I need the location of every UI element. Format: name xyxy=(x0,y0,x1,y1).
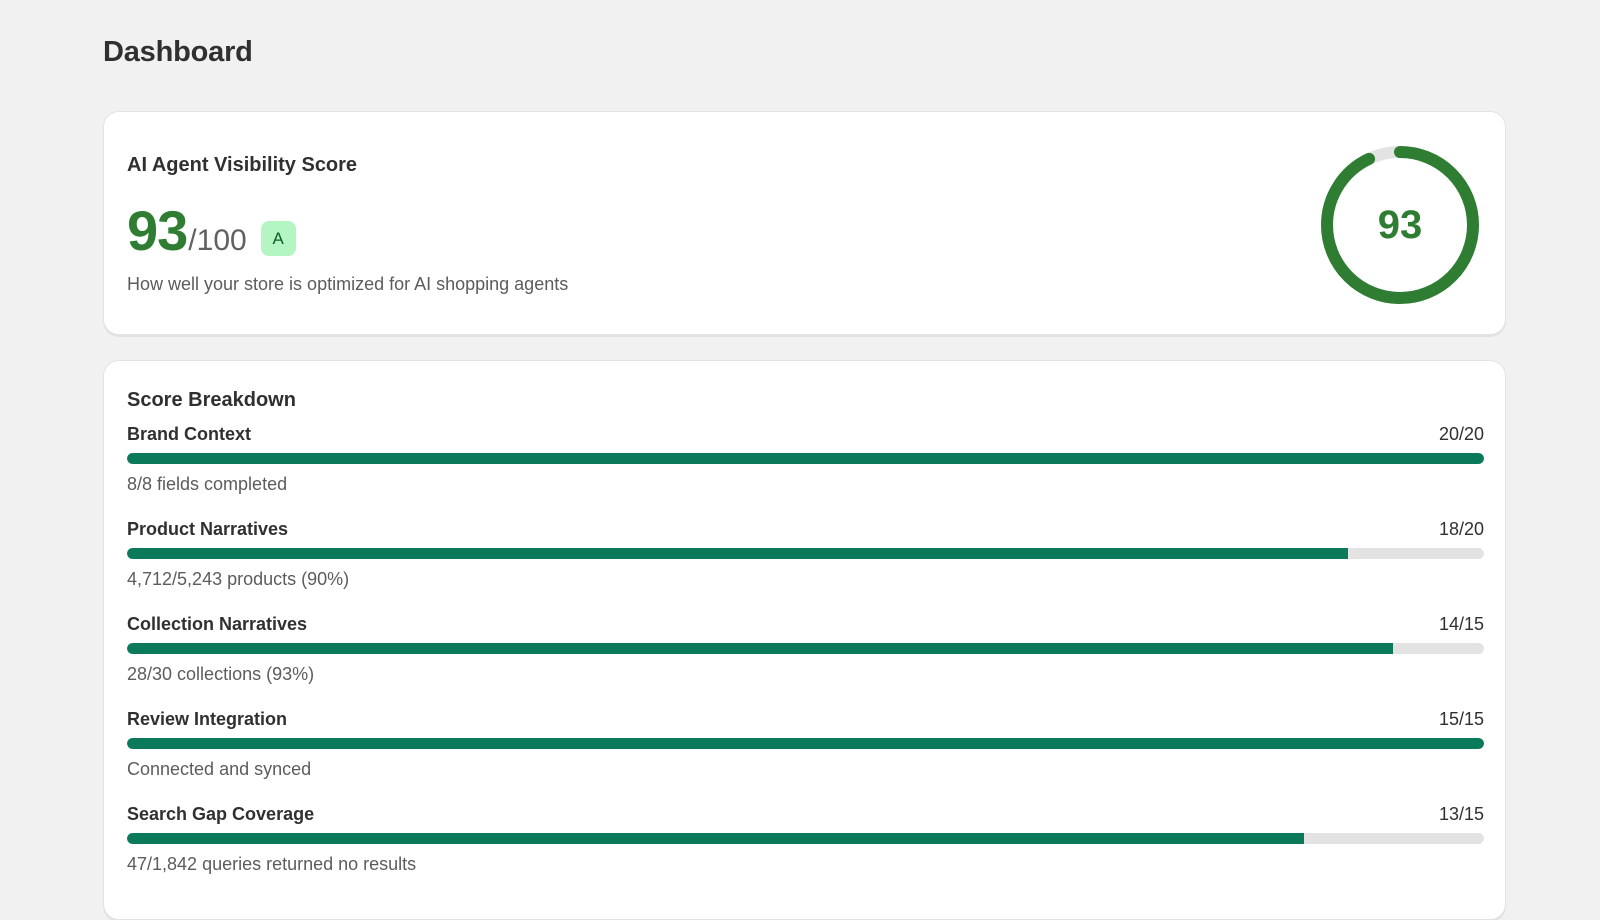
grade-badge: A xyxy=(260,221,296,256)
score-card-title: AI Agent Visibility Score xyxy=(127,154,358,176)
progress-fill xyxy=(127,643,1394,654)
metric-score: 14/15 xyxy=(1438,614,1484,634)
metric-name: Collection Narratives xyxy=(127,614,308,634)
metric-name: Review Integration xyxy=(127,709,288,729)
score-value: 93 xyxy=(127,199,188,262)
metric-score: 20/20 xyxy=(1438,424,1484,444)
progress-bar xyxy=(127,738,1484,749)
metric-brand-context: Brand Context 20/20 8/8 fields completed xyxy=(127,424,1484,519)
metric-name: Brand Context xyxy=(127,424,252,444)
page-title: Dashboard xyxy=(103,36,253,68)
metric-search-gap-coverage: Search Gap Coverage 13/15 47/1,842 queri… xyxy=(127,804,1484,899)
metric-list: Brand Context 20/20 8/8 fields completed… xyxy=(127,424,1484,899)
metric-detail: 8/8 fields completed xyxy=(127,474,288,494)
progress-bar xyxy=(127,548,1484,559)
progress-bar xyxy=(127,453,1484,464)
score-ring-label: 93 xyxy=(1377,202,1423,247)
progress-fill xyxy=(127,738,1484,749)
dashboard-page: Dashboard AI Agent Visibility Score 93 /… xyxy=(0,0,1600,920)
metric-detail: Connected and synced xyxy=(127,759,312,779)
metric-collection-narratives: Collection Narratives 14/15 28/30 collec… xyxy=(127,614,1484,709)
score-max: /100 xyxy=(188,224,247,257)
metric-detail: 47/1,842 queries returned no results xyxy=(127,854,417,874)
metric-score: 15/15 xyxy=(1438,709,1484,729)
score-breakdown-card: Score Breakdown Brand Context 20/20 8/8 … xyxy=(103,360,1506,920)
score-description: How well your store is optimized for AI … xyxy=(127,274,569,294)
metric-score: 18/20 xyxy=(1438,519,1484,539)
metric-product-narratives: Product Narratives 18/20 4,712/5,243 pro… xyxy=(127,519,1484,614)
breakdown-title: Score Breakdown xyxy=(127,389,296,411)
progress-bar xyxy=(127,833,1484,844)
progress-fill xyxy=(127,453,1484,464)
metric-review-integration: Review Integration 15/15 Connected and s… xyxy=(127,709,1484,804)
visibility-score-card: AI Agent Visibility Score 93 /100 A How … xyxy=(103,111,1506,335)
score-ring: 93 xyxy=(1317,142,1483,308)
progress-fill xyxy=(127,833,1304,844)
score-row: 93 /100 A xyxy=(127,198,296,263)
metric-name: Product Narratives xyxy=(127,519,289,539)
metric-name: Search Gap Coverage xyxy=(127,804,315,824)
metric-score: 13/15 xyxy=(1438,804,1484,824)
progress-bar xyxy=(127,643,1484,654)
metric-detail: 28/30 collections (93%) xyxy=(127,664,315,684)
progress-fill xyxy=(127,548,1349,559)
metric-detail: 4,712/5,243 products (90%) xyxy=(127,569,350,589)
